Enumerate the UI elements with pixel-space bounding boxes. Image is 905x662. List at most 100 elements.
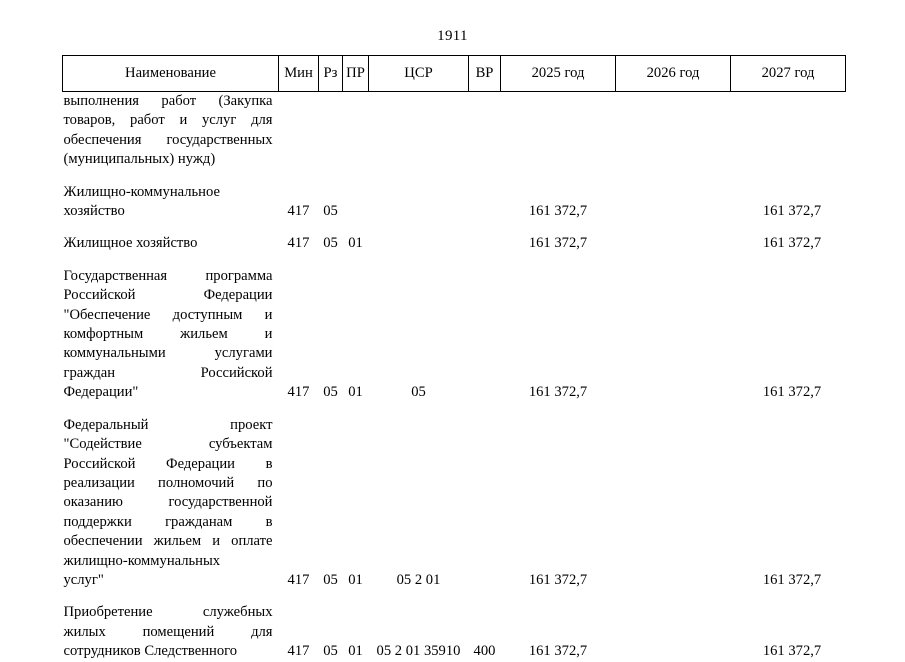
row-name-line: услуг" [63,571,104,588]
row-value-2025: 161 372,7 [528,571,588,588]
row-value-2026 [616,92,731,170]
row-name-line: жилых помещений для [63,623,273,640]
table-row: Приобретение служебных жилых помещений дл… [63,590,846,661]
column-header-2026: 2026 год [615,55,731,92]
row-value-2025 [501,92,616,170]
row-name-line: Приобретение служебных [63,604,273,621]
row-name-line: Российской Федерации в [63,455,273,472]
row-rz: 05 [323,571,338,588]
row-name-line: комфортным жильем и [63,326,273,343]
row-value-2026 [616,254,731,403]
row-value-2027: 161 372,7 [762,643,822,660]
row-name-line: обеспечении жильем и оплате [63,533,273,550]
row-name-line: Российской Федерации [63,287,273,304]
row-rz: 05 [323,235,338,252]
row-name-line: Федерации" [63,384,139,401]
row-name-line: жилищно-коммунальных [63,552,221,569]
row-name: Приобретение служебных жилых помещений дл… [63,590,279,661]
row-rz: 05 [323,384,338,401]
row-name-line: Жилищно-коммунальное [63,183,220,200]
row-vr [469,92,501,170]
row-name: Государственная программа Российской Феде… [63,254,279,403]
row-value-2026 [616,590,731,661]
row-name-line: граждан Российской [63,364,273,381]
column-header-vr: ВР [468,55,501,92]
row-name-line: Жилищное хозяйство [63,235,198,252]
row-csr: 05 2 01 [396,571,441,588]
table-body: выполнения работ (Закупка товаров, работ … [63,92,846,662]
row-value-2025: 161 372,7 [528,384,588,401]
column-header-min: Мин [278,55,319,92]
table-row: Жилищно-коммунальное хозяйство 417 05 161 37… [63,170,846,222]
row-rz: 05 [323,643,338,660]
row-min: 417 [287,235,310,252]
row-csr [369,221,469,253]
row-value-2025: 161 372,7 [528,203,588,220]
row-name-line: товаров, работ и услуг для [63,112,273,129]
row-name-line: "Содействие субъектам [63,436,273,453]
row-value-2027 [731,92,846,170]
row-vr [469,170,501,222]
row-name-line: Государственная программа [63,267,273,284]
row-csr [369,92,469,170]
row-pr: 01 [348,235,363,252]
row-vr [469,254,501,403]
table-row: выполнения работ (Закупка товаров, работ … [63,92,846,170]
column-header-name: Наименование [62,55,279,92]
row-vr: 400 [473,643,496,660]
table-header-row: Наименование Мин Рз ПР ЦСР ВР 2025 год 2… [62,55,846,92]
table-row: Федеральный проект "Содействие субъектам Р… [63,403,846,591]
row-value-2027: 161 372,7 [762,235,822,252]
row-name-line: оказанию государственной [63,494,273,511]
row-value-2027: 161 372,7 [762,384,822,401]
row-csr: 05 [411,384,426,401]
page-number: 1911 [437,28,468,44]
row-pr: 01 [348,643,363,660]
row-min: 417 [287,203,310,220]
row-value-2027: 161 372,7 [762,571,822,588]
row-pr [343,92,369,170]
row-name: выполнения работ (Закупка товаров, работ … [63,92,279,170]
column-header-2025: 2025 год [500,55,616,92]
row-min: 417 [287,643,310,660]
row-name-line: (муниципальных) нужд) [63,151,216,168]
row-name-line: поддержки гражданам в [63,513,273,530]
row-vr [469,221,501,253]
row-value-2026 [616,403,731,591]
row-value-2026 [616,221,731,253]
table-row: Государственная программа Российской Феде… [63,254,846,403]
row-min: 417 [287,384,310,401]
row-name: Федеральный проект "Содействие субъектам Р… [63,403,279,591]
budget-table: Наименование Мин Рз ПР ЦСР ВР 2025 год 2… [62,55,846,662]
row-value-2025: 161 372,7 [528,643,588,660]
row-value-2026 [616,170,731,222]
column-header-csr: ЦСР [368,55,469,92]
row-name-line: хозяйство [63,203,125,220]
column-header-pr: ПР [342,55,369,92]
row-rz: 05 [323,203,338,220]
row-value-2025: 161 372,7 [528,235,588,252]
row-min [279,92,319,170]
column-header-rz: Рз [318,55,343,92]
row-pr: 01 [348,384,363,401]
row-name-line: "Обеспечение доступным и [63,306,273,323]
row-csr [369,170,469,222]
row-name-line: Федеральный проект [63,416,273,433]
row-pr: 01 [348,571,363,588]
row-name-line: обеспечения государственных [63,131,273,148]
row-vr [469,403,501,591]
row-min: 417 [287,571,310,588]
budget-table-container: Наименование Мин Рз ПР ЦСР ВР 2025 год 2… [62,55,846,662]
row-name-line: реализации полномочий по [63,474,273,491]
row-name-line: коммунальными услугами [63,345,273,362]
column-header-2027: 2027 год [730,55,846,92]
table-row: Жилищное хозяйство 417 05 01 161 372,7 161 37… [63,221,846,253]
row-name-line: сотрудников Следственного [63,643,238,660]
row-rz [319,92,343,170]
row-name: Жилищное хозяйство [63,221,279,253]
row-value-2027: 161 372,7 [762,203,822,220]
row-pr [343,170,369,222]
row-name: Жилищно-коммунальное хозяйство [63,170,279,222]
row-name-line: выполнения работ (Закупка [63,93,273,109]
row-csr: 05 2 01 35910 [376,643,461,660]
